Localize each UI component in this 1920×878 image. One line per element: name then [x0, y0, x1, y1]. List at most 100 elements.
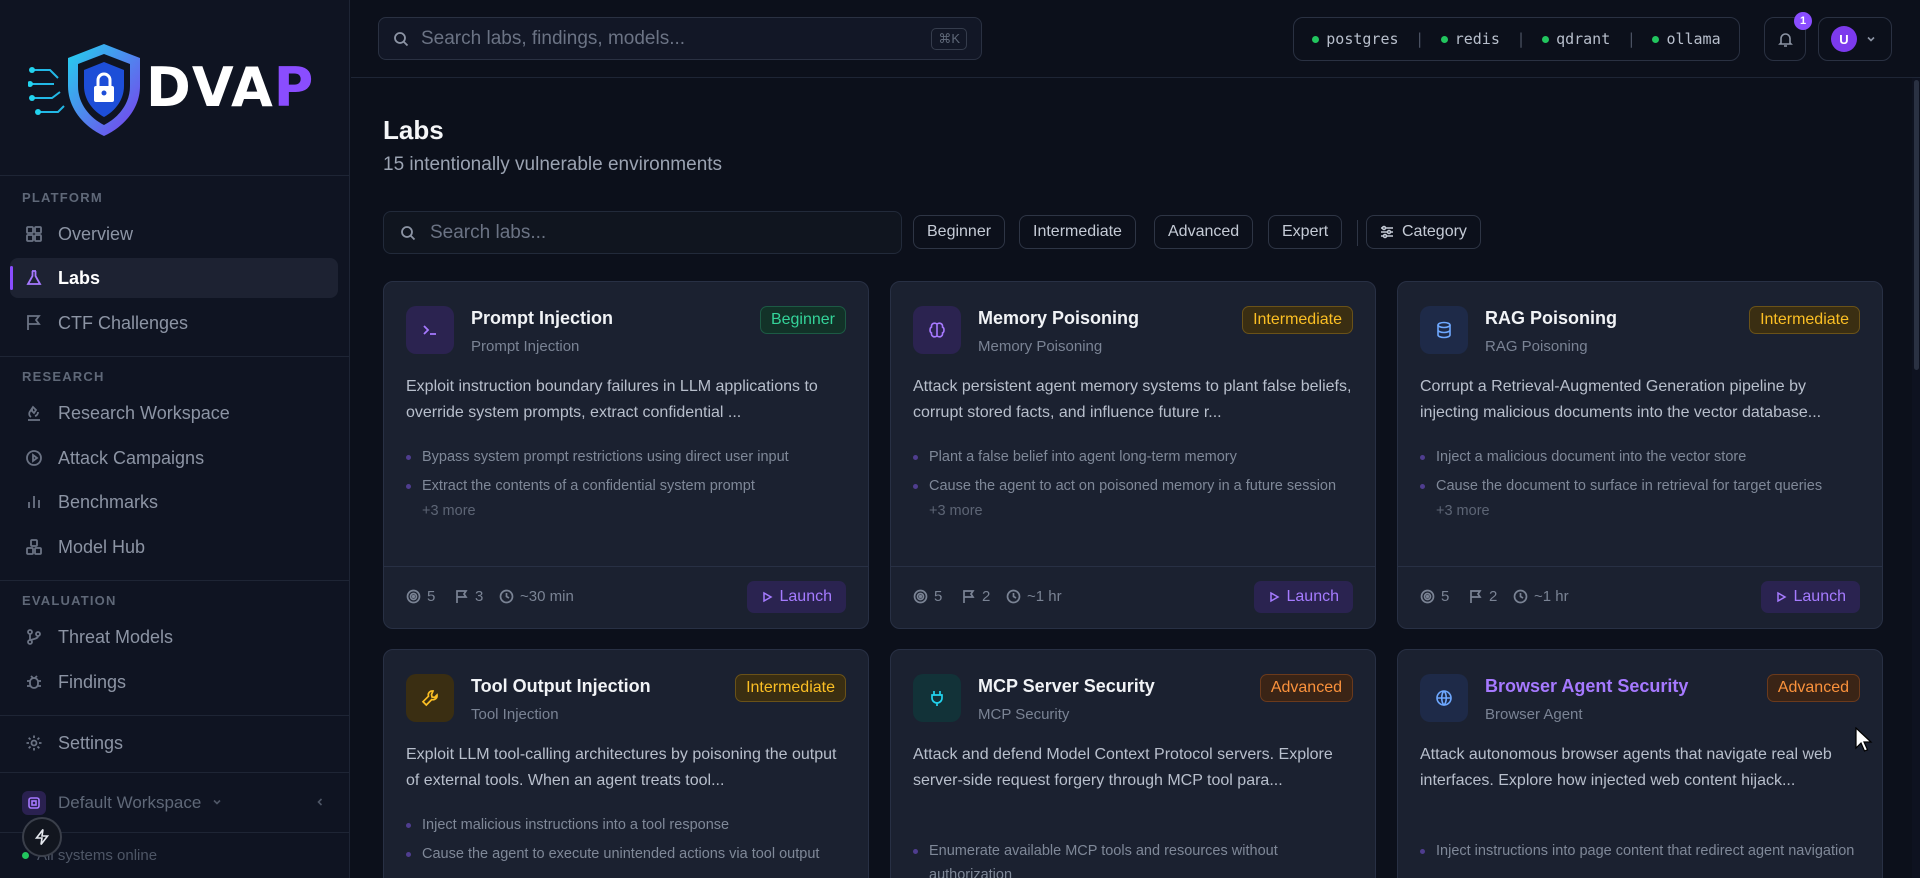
list-item: Cause the agent to execute unintended ac…	[406, 842, 856, 866]
lab-title[interactable]: Memory Poisoning	[978, 308, 1139, 329]
workspace-switcher[interactable]: Default Workspace	[22, 790, 332, 816]
sidebar-item-settings[interactable]: Settings	[10, 723, 338, 763]
microscope-icon	[24, 403, 44, 423]
search-shortcut-hint: ⌘K	[931, 27, 967, 50]
lab-card-browser-agent-security[interactable]: Browser Agent Security Browser Agent Adv…	[1397, 649, 1883, 878]
challenge-count: 5	[406, 588, 435, 605]
grid-icon	[24, 224, 44, 244]
launch-button[interactable]: Launch	[1760, 581, 1860, 613]
lab-title[interactable]: Tool Output Injection	[471, 676, 651, 697]
challenge-count-value: 5	[427, 588, 436, 605]
sidebar-item-label: Threat Models	[58, 626, 174, 647]
global-search-placeholder: Search labs, findings, models...	[421, 27, 686, 49]
launch-button[interactable]: Launch	[1253, 581, 1353, 613]
target-icon	[24, 448, 44, 468]
bug-icon	[24, 672, 44, 692]
database-icon	[1420, 306, 1468, 354]
lab-title[interactable]: Prompt Injection	[471, 308, 613, 329]
lab-card-tool-output-injection[interactable]: Tool Output Injection Tool Injection Int…	[383, 649, 869, 878]
lab-objectives: Enumerate available MCP tools and resour…	[913, 839, 1363, 878]
brain-icon	[913, 306, 961, 354]
lab-description: Attack and defend Model Context Protocol…	[913, 746, 1333, 789]
sidebar-item-ctf-challenges[interactable]: CTF Challenges	[10, 303, 338, 343]
collapse-sidebar-icon[interactable]	[314, 793, 326, 813]
search-icon	[401, 225, 416, 240]
sliders-icon	[1381, 225, 1393, 239]
lab-card-rag-poisoning[interactable]: RAG Poisoning RAG Poisoning Intermediate…	[1397, 281, 1883, 629]
lab-objectives: Inject a malicious document into the vec…	[1420, 445, 1870, 519]
workspace-name: Default Workspace	[58, 793, 202, 812]
chevron-down-icon	[211, 793, 223, 813]
more-objectives: +3 more	[1436, 503, 1490, 519]
gear-icon	[24, 733, 44, 753]
sidebar-item-labs[interactable]: Labs	[10, 258, 338, 298]
lab-description: Exploit instruction boundary failures in…	[406, 378, 818, 421]
sidebar-item-label: Labs	[58, 267, 101, 288]
target-icon	[406, 589, 421, 604]
labs-search-placeholder: Search labs...	[430, 221, 547, 243]
wrench-icon	[406, 674, 454, 722]
separator: |	[1626, 30, 1636, 48]
flag-count-value: 3	[475, 588, 484, 605]
lab-card-footer: 5 3 ~30 min Launch	[384, 566, 868, 628]
brand-name-accent: P	[273, 56, 315, 119]
global-search-input[interactable]: Search labs, findings, models... ⌘K	[378, 17, 982, 60]
brand-logo[interactable]: DVAP	[28, 40, 328, 140]
lab-card-mcp-server-security[interactable]: MCP Server Security MCP Security Advance…	[890, 649, 1376, 878]
sidebar-item-label: Findings	[58, 671, 127, 692]
sidebar-divider	[0, 715, 350, 716]
sidebar: DVAP PLATFORM Overview Labs CTF Challeng…	[0, 0, 350, 878]
lab-description: Corrupt a Retrieval-Augmented Generation…	[1420, 378, 1822, 421]
globe-icon	[1420, 674, 1468, 722]
sidebar-divider	[0, 356, 350, 357]
sidebar-item-benchmarks[interactable]: Benchmarks	[10, 482, 338, 522]
filter-intermediate[interactable]: Intermediate	[1019, 215, 1136, 249]
sidebar-item-label: Overview	[58, 223, 134, 244]
lab-objectives: Inject malicious instructions into a too…	[406, 813, 856, 871]
flag-icon	[24, 313, 44, 333]
sidebar-item-model-hub[interactable]: Model Hub	[10, 527, 338, 567]
launch-label: Launch	[1286, 588, 1340, 605]
list-item: Enumerate available MCP tools and resour…	[913, 839, 1363, 878]
clock-icon	[1513, 589, 1528, 604]
sidebar-item-research-workspace[interactable]: Research Workspace	[10, 393, 338, 433]
lab-title[interactable]: MCP Server Security	[978, 676, 1155, 697]
service-label: qdrant	[1556, 30, 1611, 48]
list-item: Cause the document to surface in retriev…	[1420, 474, 1870, 498]
flag-count: 3	[454, 588, 483, 605]
flag-icon	[963, 590, 975, 603]
git-branch-icon	[24, 627, 44, 647]
sidebar-item-threat-models[interactable]: Threat Models	[10, 617, 338, 657]
service-label: ollama	[1666, 30, 1721, 48]
section-label-evaluation: EVALUATION	[22, 593, 117, 608]
more-objectives: +3 more	[422, 503, 476, 519]
quick-action-button[interactable]	[22, 817, 62, 857]
launch-button[interactable]: Launch	[746, 581, 846, 613]
shield-lock-icon	[28, 44, 140, 136]
lab-title[interactable]: Browser Agent Security	[1485, 676, 1688, 697]
sidebar-item-findings[interactable]: Findings	[10, 662, 338, 702]
lab-card-prompt-injection[interactable]: Prompt Injection Prompt Injection Beginn…	[383, 281, 869, 629]
clock-icon	[499, 589, 514, 604]
challenge-count-value: 5	[934, 588, 943, 605]
avatar: U	[1831, 26, 1857, 52]
status-online-indicator	[22, 852, 29, 859]
lab-category: Prompt Injection	[471, 338, 580, 355]
scrollbar-thumb[interactable]	[1914, 80, 1919, 370]
difficulty-badge: Intermediate	[1749, 306, 1860, 334]
filter-beginner[interactable]: Beginner	[913, 215, 1006, 249]
labs-search-input[interactable]: Search labs...	[383, 211, 902, 254]
sidebar-item-attack-campaigns[interactable]: Attack Campaigns	[10, 438, 338, 478]
sidebar-item-overview[interactable]: Overview	[10, 214, 338, 254]
filter-category-button[interactable]: Category	[1366, 215, 1481, 249]
separator: |	[1415, 30, 1425, 48]
estimated-time: ~1 hr	[1006, 588, 1062, 605]
bell-icon	[1777, 32, 1793, 47]
filter-expert[interactable]: Expert	[1268, 215, 1343, 249]
lab-card-memory-poisoning[interactable]: Memory Poisoning Memory Poisoning Interm…	[890, 281, 1376, 629]
filter-advanced[interactable]: Advanced	[1154, 215, 1254, 249]
clock-icon	[1006, 589, 1021, 604]
notification-badge: 1	[1794, 12, 1812, 30]
lab-title[interactable]: RAG Poisoning	[1485, 308, 1617, 329]
user-menu-button[interactable]: U	[1818, 17, 1892, 61]
